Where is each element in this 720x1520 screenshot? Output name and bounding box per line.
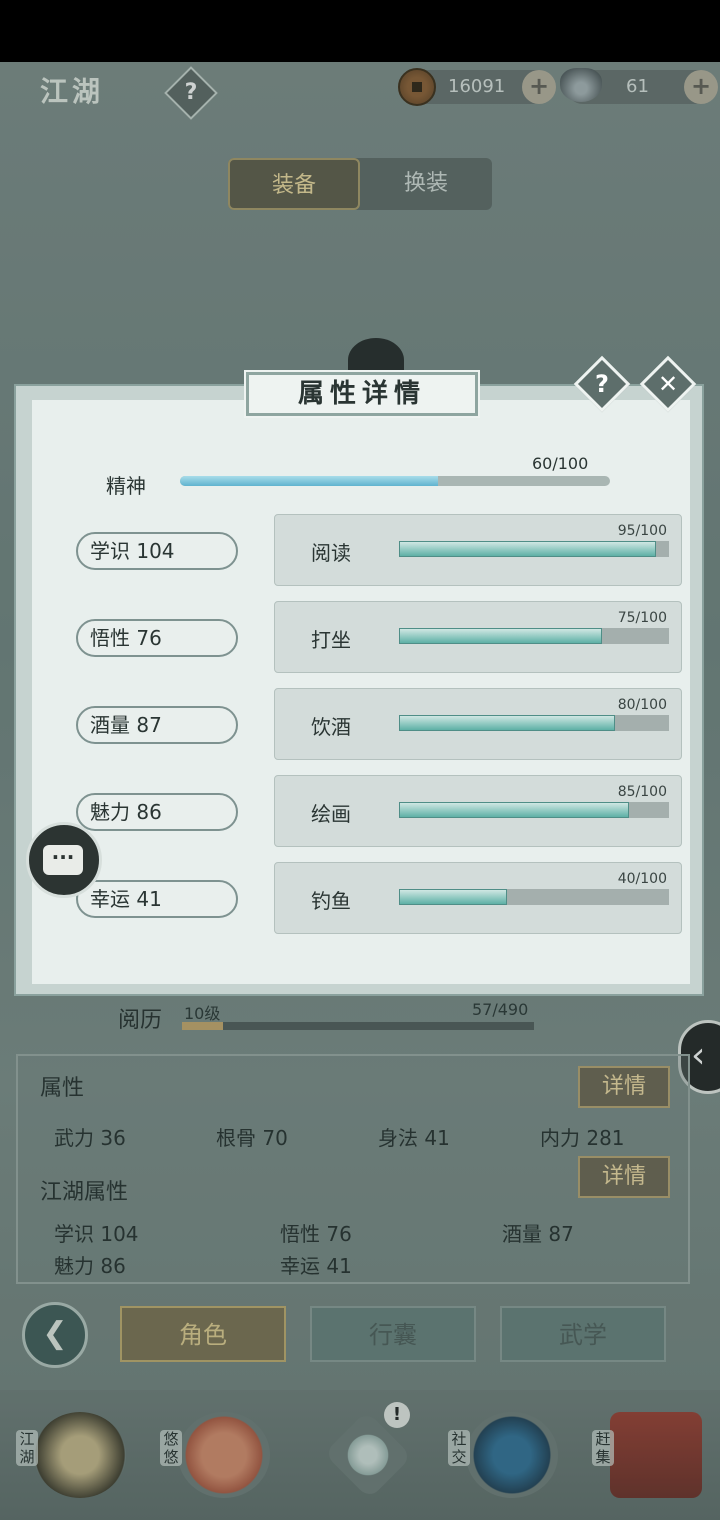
activity-card-drinking[interactable]: 饮酒 80/100 — [274, 688, 682, 760]
activity-name: 绘画 — [311, 802, 351, 826]
spirit-label: 精神 — [106, 474, 146, 498]
activity-progress-value: 80/100 — [617, 697, 667, 713]
activity-card-insight[interactable]: 打坐 75/100 — [274, 601, 682, 673]
activity-progress-fill — [399, 715, 615, 731]
activity-progress-bar — [399, 802, 669, 818]
activity-name: 打坐 — [311, 628, 351, 652]
attribute-details-modal: 精神 60/100 学识 104 阅读 95/100 悟性 76 打坐 75/100 酒量 … — [14, 355, 704, 996]
modal-body: 精神 60/100 学识 104 阅读 95/100 悟性 76 打坐 75/100 酒量 … — [32, 400, 690, 984]
activity-progress-fill — [399, 628, 602, 644]
activity-card-charm[interactable]: 绘画 85/100 — [274, 775, 682, 847]
activity-progress-fill — [399, 889, 507, 905]
activity-progress-value: 95/100 — [617, 523, 667, 539]
activity-progress-value: 40/100 — [617, 871, 667, 887]
activity-progress-value: 85/100 — [617, 784, 667, 800]
spirit-value: 60/100 — [532, 454, 589, 473]
attribute-pill-charm: 魅力 86 — [76, 793, 238, 831]
close-icon: ✕ — [657, 370, 679, 398]
game-screen: 江湖 ? 16091 + 61 + 装备 换装 阅历 10级 57/490 ‹ … — [0, 62, 720, 1520]
activity-card-knowledge[interactable]: 阅读 95/100 — [274, 514, 682, 586]
activity-progress-bar — [399, 628, 669, 644]
chat-icon: ··· — [43, 845, 83, 875]
activity-name: 钓鱼 — [311, 889, 351, 913]
attribute-pill-luck: 幸运 41 — [76, 880, 238, 918]
activity-progress-bar — [399, 889, 669, 905]
attribute-pill-drinking: 酒量 87 — [76, 706, 238, 744]
activity-name: 阅读 — [311, 541, 351, 565]
activity-progress-fill — [399, 541, 656, 557]
activity-name: 饮酒 — [311, 715, 351, 739]
activity-progress-value: 75/100 — [617, 610, 667, 626]
activity-progress-bar — [399, 541, 669, 557]
attribute-pill-insight: 悟性 76 — [76, 619, 238, 657]
spirit-bar — [180, 476, 610, 486]
help-icon: ? — [595, 370, 609, 398]
activity-progress-bar — [399, 715, 669, 731]
modal-title: 属性详情 — [244, 370, 480, 418]
activity-progress-fill — [399, 802, 629, 818]
spirit-fill — [180, 476, 438, 486]
activity-card-luck[interactable]: 钓鱼 40/100 — [274, 862, 682, 934]
chat-button[interactable]: ··· — [26, 822, 102, 898]
attribute-pill-knowledge: 学识 104 — [76, 532, 238, 570]
